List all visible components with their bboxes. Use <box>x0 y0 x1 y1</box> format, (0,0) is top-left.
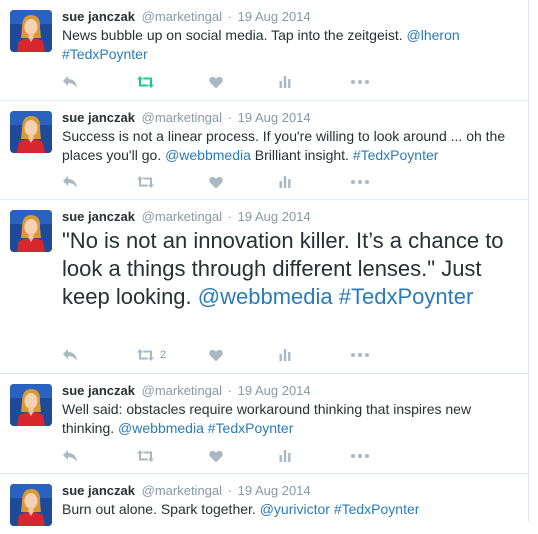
mention-link[interactable]: @webbmedia <box>118 420 204 436</box>
tweet-text: News bubble up on social media. Tap into… <box>62 26 522 64</box>
user-name[interactable]: sue janczak <box>62 9 135 24</box>
user-name[interactable]: sue janczak <box>62 483 135 498</box>
more-icon[interactable] <box>351 454 369 458</box>
tweet-header: sue janczak @marketingal · 19 Aug 2014 <box>62 209 311 225</box>
analytics-action[interactable] <box>279 448 291 464</box>
reply-action[interactable] <box>62 74 78 90</box>
more-icon[interactable] <box>351 80 369 84</box>
heart-action[interactable] <box>209 74 223 90</box>
reply-action[interactable] <box>62 174 78 190</box>
reply-icon[interactable] <box>62 175 78 189</box>
avatar[interactable] <box>10 111 52 153</box>
analytics-icon[interactable] <box>279 349 291 361</box>
retweet-action[interactable] <box>137 448 154 464</box>
more-action[interactable] <box>351 74 369 90</box>
tweet-date[interactable]: 19 Aug 2014 <box>238 9 311 24</box>
tweet-date[interactable]: 19 Aug 2014 <box>238 483 311 498</box>
tweet-header: sue janczak @marketingal · 19 Aug 2014 <box>62 110 311 126</box>
avatar[interactable] <box>10 210 52 252</box>
tweet-date[interactable]: 19 Aug 2014 <box>238 383 311 398</box>
avatar[interactable] <box>10 10 52 52</box>
tweet-timeline: sue janczak @marketingal · 19 Aug 2014 N… <box>0 0 529 526</box>
separator-dot: · <box>227 110 232 125</box>
reply-icon[interactable] <box>62 75 78 89</box>
heart-icon[interactable] <box>209 450 223 463</box>
reply-icon[interactable] <box>62 449 78 463</box>
tweet[interactable]: sue janczak @marketingal · 19 Aug 2014 W… <box>0 374 528 474</box>
tweet-text-segment: Burn out alone. Spark together. <box>62 501 260 517</box>
tweet-text: Success is not a linear process. If you'… <box>62 127 522 165</box>
mention-link[interactable]: @lheron <box>407 27 460 43</box>
heart-icon[interactable] <box>209 176 223 189</box>
retweet-icon[interactable] <box>137 450 154 462</box>
analytics-icon[interactable] <box>279 176 291 188</box>
tweet-date[interactable]: 19 Aug 2014 <box>238 209 311 224</box>
separator-dot: · <box>227 383 232 398</box>
more-icon[interactable] <box>351 353 369 357</box>
user-handle[interactable]: @marketingal <box>142 110 222 125</box>
tweet[interactable]: sue janczak @marketingal · 19 Aug 2014 "… <box>0 200 528 374</box>
reply-icon[interactable] <box>62 348 78 362</box>
tweet-text-segment: Brilliant insight. <box>250 147 353 163</box>
tweet[interactable]: sue janczak @marketingal · 19 Aug 2014 N… <box>0 0 528 101</box>
mention-link[interactable]: @webbmedia <box>198 284 333 309</box>
user-handle[interactable]: @marketingal <box>142 9 222 24</box>
tweet[interactable]: sue janczak @marketingal · 19 Aug 2014 S… <box>0 101 528 200</box>
retweet-action[interactable] <box>137 74 154 90</box>
avatar[interactable] <box>10 384 52 426</box>
hashtag-link[interactable]: #TedxPoynter <box>339 284 474 309</box>
heart-icon[interactable] <box>209 76 223 89</box>
retweet-icon[interactable] <box>137 349 154 361</box>
user-name[interactable]: sue janczak <box>62 383 135 398</box>
reply-action[interactable] <box>62 448 78 464</box>
tweet-text: "No is not an innovation killer. It’s a … <box>62 227 527 311</box>
heart-action[interactable] <box>209 347 223 363</box>
tweet-header: sue janczak @marketingal · 19 Aug 2014 <box>62 483 311 499</box>
retweet-icon[interactable] <box>137 176 154 188</box>
mention-link[interactable]: @yurivictor <box>260 501 330 517</box>
heart-icon[interactable] <box>209 349 223 362</box>
user-name[interactable]: sue janczak <box>62 110 135 125</box>
retweet-icon[interactable] <box>137 76 154 88</box>
analytics-action[interactable] <box>279 74 291 90</box>
tweet-text: Burn out alone. Spark together. @yurivic… <box>62 500 522 519</box>
hashtag-link[interactable]: #TedxPoynter <box>334 501 420 517</box>
hashtag-link[interactable]: #TedxPoynter <box>353 147 439 163</box>
mention-link[interactable]: @webbmedia <box>165 147 251 163</box>
retweet-count: 2 <box>160 349 167 361</box>
more-action[interactable] <box>351 448 369 464</box>
user-handle[interactable]: @marketingal <box>142 209 222 224</box>
separator-dot: · <box>227 9 232 24</box>
avatar[interactable] <box>10 484 52 526</box>
retweet-action[interactable] <box>137 174 154 190</box>
analytics-action[interactable] <box>279 174 291 190</box>
retweet-action[interactable]: 2 <box>137 347 166 363</box>
more-action[interactable] <box>351 347 369 363</box>
analytics-icon[interactable] <box>279 76 291 88</box>
tweet-text: Well said: obstacles require workaround … <box>62 400 522 438</box>
more-icon[interactable] <box>351 180 369 184</box>
tweet-header: sue janczak @marketingal · 19 Aug 2014 <box>62 383 311 399</box>
analytics-action[interactable] <box>279 347 291 363</box>
separator-dot: · <box>227 209 232 224</box>
analytics-icon[interactable] <box>279 450 291 462</box>
hashtag-link[interactable]: #TedxPoynter <box>208 420 294 436</box>
reply-action[interactable] <box>62 347 78 363</box>
more-action[interactable] <box>351 174 369 190</box>
heart-action[interactable] <box>209 174 223 190</box>
tweet-text-segment: News bubble up on social media. Tap into… <box>62 27 407 43</box>
tweet-date[interactable]: 19 Aug 2014 <box>238 110 311 125</box>
user-handle[interactable]: @marketingal <box>142 383 222 398</box>
hashtag-link[interactable]: #TedxPoynter <box>62 46 148 62</box>
heart-action[interactable] <box>209 448 223 464</box>
user-name[interactable]: sue janczak <box>62 209 135 224</box>
separator-dot: · <box>227 483 232 498</box>
user-handle[interactable]: @marketingal <box>142 483 222 498</box>
tweet[interactable]: sue janczak @marketingal · 19 Aug 2014 B… <box>0 474 528 534</box>
tweet-header: sue janczak @marketingal · 19 Aug 2014 <box>62 9 311 25</box>
